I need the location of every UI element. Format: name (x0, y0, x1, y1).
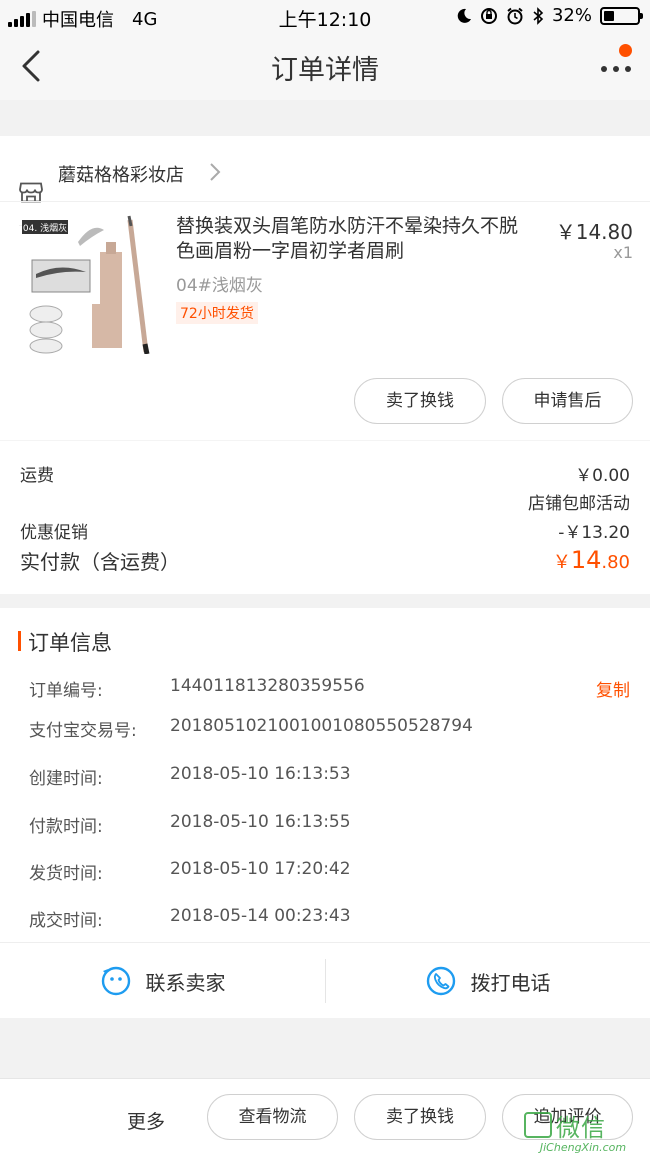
order-item-card (0, 136, 650, 594)
after-sales-button[interactable]: 申请售后 (502, 378, 633, 424)
contact-seller-label: 联系卖家 (145, 970, 226, 995)
shop-name[interactable]: 蘑菇格格彩妆店 (58, 161, 184, 187)
shipping-tag: 72小时发货 (176, 302, 258, 324)
product-image-art: 04. 浅烟灰 (22, 215, 150, 355)
order-number: 144011813280359556 (170, 676, 365, 696)
watermark-logo: 微信 JiChengXin.com (520, 1108, 646, 1154)
info-label: 发货时间: (29, 864, 103, 884)
view-logistics-button[interactable]: 查看物流 (207, 1094, 338, 1140)
more-actions-button[interactable]: 更多 (127, 1107, 165, 1134)
product-title[interactable]: 替换装双头眉笔防水防汗不晕染持久不脱色画眉粉一字眉初学者眉刷 (176, 214, 536, 264)
rotation-lock-icon (480, 7, 497, 24)
status-bar: 中国电信 4G 上午12:10 32% (0, 0, 650, 34)
total-paid-label: 实付款（含运费） (20, 550, 180, 574)
contact-seller-button[interactable]: 联系卖家 (0, 943, 325, 1019)
paid-time: 2018-05-10 16:13:55 (170, 812, 351, 832)
info-label: 订单编号: (29, 681, 103, 701)
info-label: 创建时间: (29, 769, 103, 789)
more-menu-button[interactable] (596, 44, 636, 84)
shipping-fee-label: 运费 (20, 466, 54, 486)
notification-dot (619, 44, 632, 57)
sell-for-cash-button[interactable]: 卖了换钱 (354, 378, 486, 424)
watermark-domain: JiChengXin.com (539, 1141, 627, 1154)
bluetooth-icon (533, 6, 544, 25)
watermark-text: 微信 (556, 1114, 606, 1142)
promotion-value: -￥13.20 (558, 523, 630, 543)
divider (0, 440, 650, 441)
product-price: ￥14.80 (555, 220, 633, 244)
nav-bar: 订单详情 (0, 34, 650, 100)
phone-icon (426, 966, 455, 996)
promotion-label: 优惠促销 (20, 523, 88, 543)
image-label: 04. 浅烟灰 (23, 222, 67, 234)
chat-face-icon (101, 966, 130, 996)
order-info-title: 订单信息 (28, 631, 112, 655)
product-quantity: x1 (613, 243, 633, 262)
contact-bar: 联系卖家 拨打电话 (0, 942, 650, 1018)
watermark-box (524, 1112, 552, 1138)
sell-for-cash-bottom-button[interactable]: 卖了换钱 (354, 1094, 486, 1140)
product-image[interactable]: 04. 浅烟灰 (22, 212, 156, 355)
info-label: 支付宝交易号: (29, 721, 137, 741)
total-integer: 14 (570, 546, 602, 574)
battery-percent: 32% (551, 5, 592, 26)
info-label: 成交时间: (29, 911, 103, 931)
shipping-fee-value: ￥0.00 (575, 466, 630, 486)
section-accent-bar (18, 631, 21, 651)
alarm-icon (507, 7, 523, 24)
divider (0, 201, 650, 202)
shipping-note: 店铺包邮活动 (528, 494, 630, 514)
total-paid-value: ￥14.80 (553, 546, 630, 574)
shipped-time: 2018-05-10 17:20:42 (170, 859, 351, 879)
info-label: 付款时间: (29, 817, 103, 837)
chevron-right-icon[interactable] (208, 162, 222, 182)
call-phone-button[interactable]: 拨打电话 (325, 943, 650, 1019)
created-time: 2018-05-10 16:13:53 (170, 764, 351, 784)
copy-button[interactable]: 复制 (596, 676, 630, 701)
completed-time: 2018-05-14 00:23:43 (170, 906, 351, 926)
product-spec: 04#浅烟灰 (176, 276, 263, 296)
total-currency: ￥ (552, 552, 571, 573)
battery-icon (600, 6, 643, 25)
call-phone-label: 拨打电话 (470, 970, 551, 995)
alipay-trade-number: 2018051021001001080550528794 (170, 716, 473, 736)
total-decimal: .80 (601, 552, 630, 573)
page-title: 订单详情 (271, 55, 379, 86)
moon-icon (457, 8, 471, 23)
